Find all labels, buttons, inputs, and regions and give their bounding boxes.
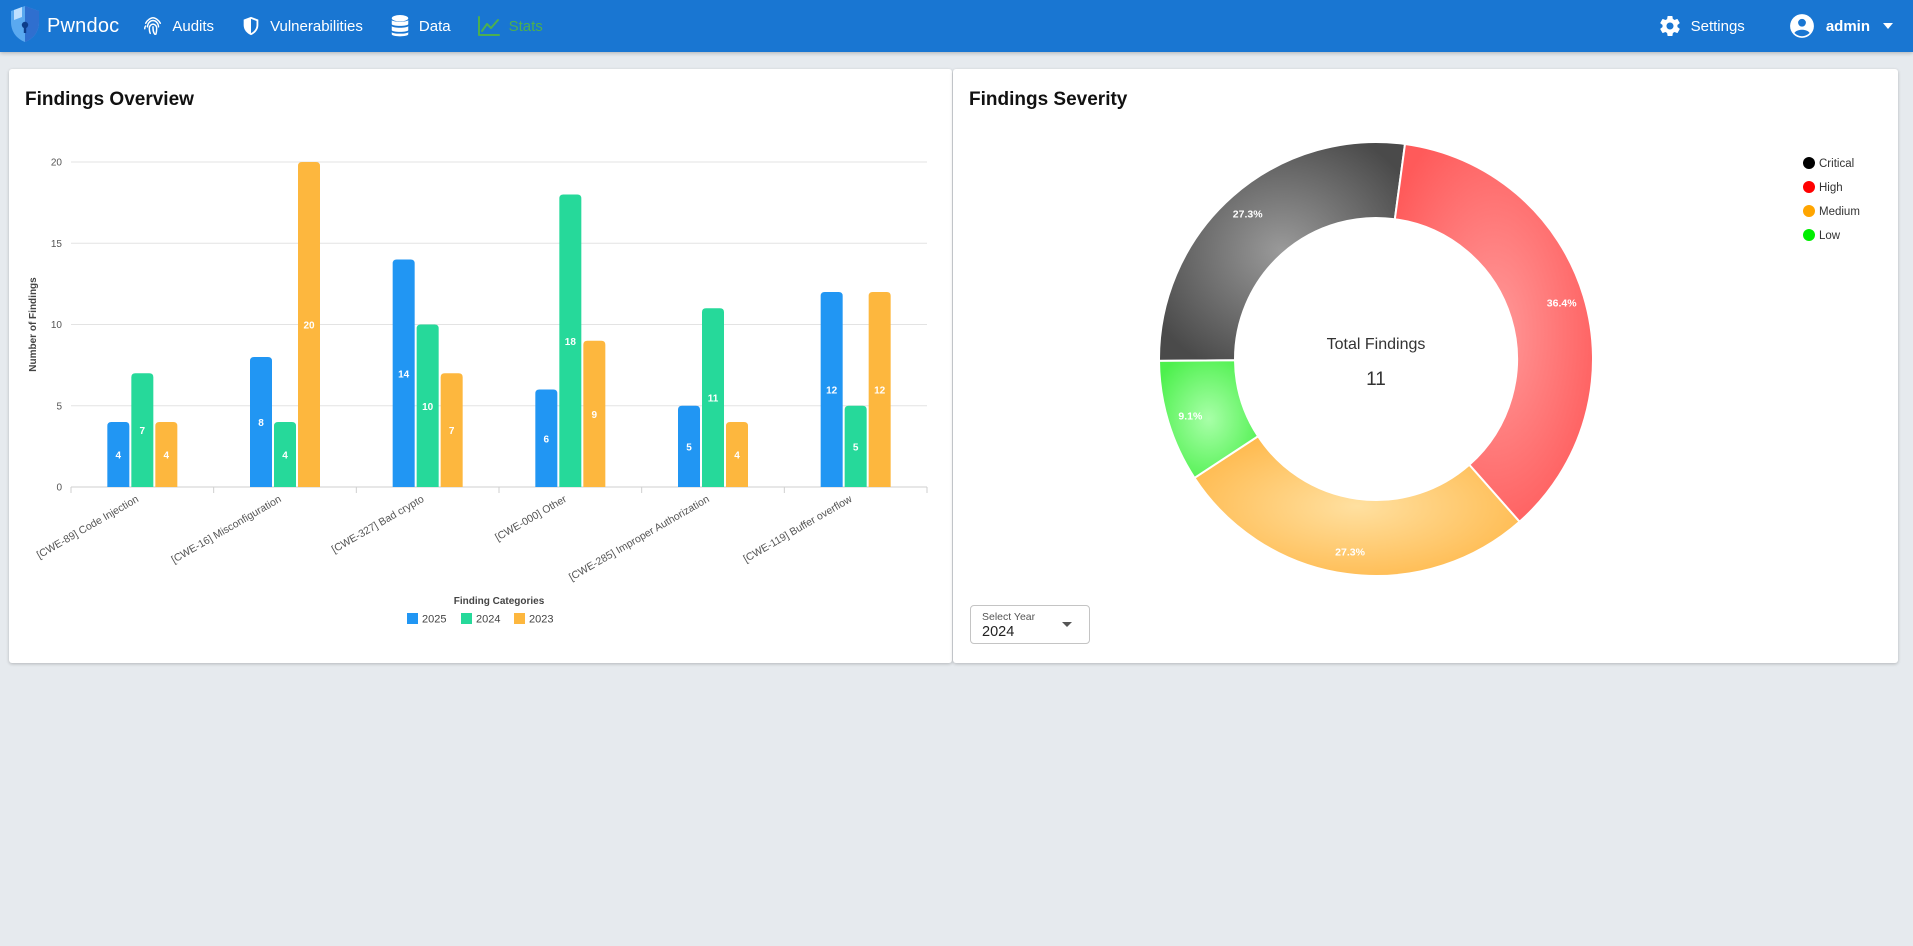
legend-label: Medium: [1819, 206, 1860, 218]
nav-stats[interactable]: Stats: [464, 0, 556, 52]
year-select-value: 2024: [982, 624, 1015, 640]
bar-value-label: 8: [258, 418, 264, 429]
findings-severity-chart: 27.3% 36.4% 27.3% 9.1% Total Findings 11 Criti…: [1157, 141, 1860, 577]
account-circle-icon: [1789, 13, 1815, 39]
nav-data[interactable]: Data: [376, 0, 464, 52]
y-tick-label: 10: [51, 320, 63, 331]
app-name: Pwndoc: [47, 14, 120, 37]
nav-vulnerabilities-label: Vulnerabilities: [270, 17, 363, 35]
bar-value-label: 6: [544, 434, 550, 445]
slice-percent-label: 27.3%: [1233, 208, 1263, 220]
bar-value-label: 7: [449, 426, 455, 437]
chevron-down-icon: [1062, 622, 1072, 627]
x-tick-label: [CWE-327] Bad crypto: [330, 493, 427, 556]
severity-legend-item[interactable]: Low: [1803, 229, 1841, 242]
x-tick-label: [CWE-119] Buffer overflow: [741, 493, 854, 565]
bar-value-label: 4: [282, 451, 288, 462]
legend-label: High: [1819, 182, 1843, 194]
nav-vulnerabilities[interactable]: Vulnerabilities: [227, 0, 376, 52]
bar-value-label: 4: [734, 451, 740, 462]
nav-audits[interactable]: Audits: [129, 0, 227, 52]
severity-legend-item[interactable]: Critical: [1803, 157, 1854, 170]
settings-button[interactable]: Settings: [1658, 14, 1745, 38]
slice-percent-label: 36.4%: [1547, 298, 1577, 310]
legend-label: 2024: [476, 614, 500, 626]
legend-label: Critical: [1819, 158, 1854, 170]
database-icon: [389, 14, 411, 38]
y-tick-label: 20: [51, 158, 63, 169]
legend-label: 2023: [529, 614, 553, 626]
bar-value-label: 9: [592, 410, 598, 421]
donut-center-title: Total Findings: [1327, 336, 1426, 353]
main-nav: Audits Vulnerabilities Data Stats: [129, 0, 555, 52]
x-tick-label: [CWE-16] Misconfiguration: [169, 493, 283, 566]
legend-item[interactable]: 2023: [514, 613, 553, 626]
legend-swatch: [461, 613, 472, 624]
donut-slice[interactable]: [1393, 142, 1594, 524]
x-axis-title: Finding Categories: [454, 596, 545, 607]
user-menu[interactable]: admin: [1789, 13, 1893, 39]
nav-stats-label: Stats: [508, 17, 543, 35]
slice-percent-label: 27.3%: [1335, 546, 1365, 558]
legend-label: Low: [1819, 230, 1841, 242]
y-tick-label: 0: [56, 483, 62, 494]
bar-value-label: 11: [708, 394, 719, 405]
bar-value-label: 12: [874, 386, 886, 397]
bar-value-label: 10: [422, 402, 434, 413]
year-select-label: Select Year: [982, 611, 1036, 623]
slice-percent-label: 9.1%: [1178, 410, 1203, 422]
legend-dot: [1803, 205, 1815, 217]
chevron-down-icon: [1883, 23, 1893, 29]
bar-value-label: 5: [853, 442, 859, 453]
bar-value-label: 12: [826, 386, 838, 397]
bar-value-label: 14: [398, 369, 410, 380]
fingerprint-icon: [142, 15, 164, 37]
nav-data-label: Data: [418, 17, 451, 35]
y-axis-title: Number of Findings: [28, 277, 39, 372]
y-tick-label: 15: [51, 239, 63, 250]
severity-legend-item[interactable]: Medium: [1803, 205, 1860, 218]
bar-value-label: 20: [303, 321, 315, 332]
legend-dot: [1803, 229, 1815, 241]
brand[interactable]: Pwndoc: [9, 4, 119, 49]
findings-severity-card: Findings Severity 27.3% 36.4% 27.3% 9.1% Tot…: [953, 69, 1898, 663]
legend-dot: [1803, 181, 1815, 193]
settings-label: Settings: [1690, 17, 1745, 35]
x-tick-label: [CWE-89] Code Injection: [35, 493, 141, 561]
year-select[interactable]: Select Year 2024: [970, 605, 1090, 644]
donut-slice[interactable]: [1158, 141, 1407, 362]
x-tick-label: [CWE-285] Improper Authorization: [567, 493, 712, 583]
bar-value-label: 4: [116, 451, 122, 462]
nav-audits-label: Audits: [172, 17, 215, 35]
bar-value-label: 7: [140, 426, 146, 437]
user-name: admin: [1825, 17, 1870, 35]
legend-item[interactable]: 2025: [407, 613, 446, 626]
legend-label: 2025: [422, 614, 446, 626]
bar-value-label: 5: [686, 442, 692, 453]
y-tick-label: 5: [56, 401, 62, 412]
gear-icon: [1658, 14, 1682, 38]
findings-overview-chart: 0 5 10 15 20 4 7 4 [CWE-89] Code Injection 8 4 20 [C…: [28, 158, 928, 626]
legend-swatch: [407, 613, 418, 624]
findings-overview-card: Findings Overview 0 5 10 15 20 4 7 4 [CWE-89] Co…: [9, 69, 952, 663]
shield-icon: [240, 15, 262, 37]
x-tick-label: [CWE-000] Other: [493, 493, 569, 544]
bar-value-label: 4: [164, 451, 170, 462]
legend-item[interactable]: 2024: [461, 613, 500, 626]
legend-dot: [1803, 157, 1815, 169]
bar-value-label: 18: [565, 337, 577, 348]
top-navbar: Pwndoc Audits Vulnerabilities Data Stats…: [0, 0, 1913, 52]
donut-center-value: 11: [1366, 369, 1386, 390]
severity-legend-item[interactable]: High: [1803, 181, 1843, 194]
pwndoc-logo-icon: [9, 4, 41, 49]
legend-swatch: [514, 613, 525, 624]
chart-line-icon: [477, 15, 501, 37]
